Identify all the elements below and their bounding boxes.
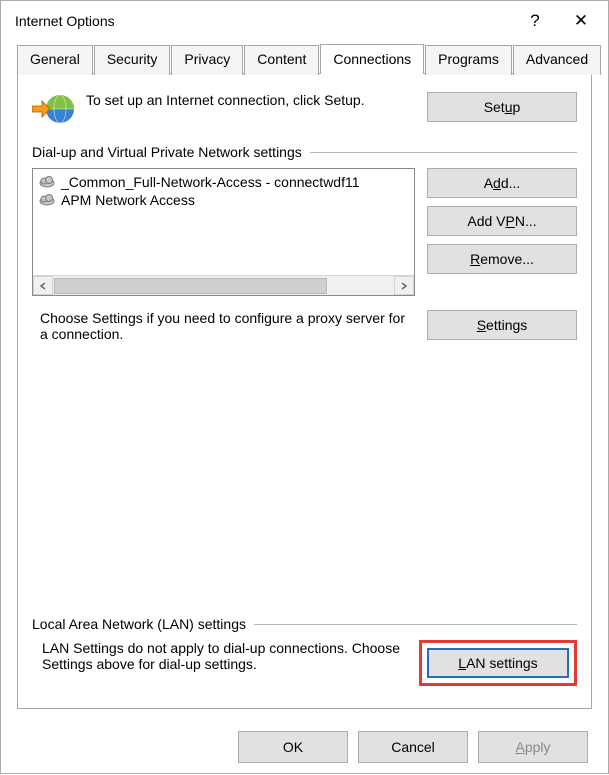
dialup-hint-text: Choose Settings if you need to configure… — [32, 310, 413, 342]
lan-block: Local Area Network (LAN) settings LAN Se… — [32, 610, 577, 686]
window-title: Internet Options — [15, 13, 115, 29]
connections-panel: To set up an Internet connection, click … — [17, 73, 592, 709]
tab-content[interactable]: Content — [244, 45, 319, 75]
list-items-container: _Common_Full-Network-Access - connectwdf… — [33, 169, 414, 275]
dialup-header-label: Dial-up and Virtual Private Network sett… — [32, 144, 302, 160]
list-item[interactable]: _Common_Full-Network-Access - connectwdf… — [35, 173, 412, 191]
setup-row: To set up an Internet connection, click … — [32, 92, 577, 126]
add-vpn-button[interactable]: Add VPN... — [427, 206, 577, 236]
setup-button[interactable]: Setup — [427, 92, 577, 122]
scroll-right-icon[interactable] — [394, 276, 414, 295]
globe-arrow-icon — [32, 92, 74, 126]
dialog-footer: OK Cancel Apply — [1, 719, 608, 775]
tab-security[interactable]: Security — [94, 45, 171, 75]
titlebar-controls: ? ✕ — [512, 5, 604, 37]
horizontal-scrollbar[interactable] — [33, 275, 414, 295]
dialup-body: _Common_Full-Network-Access - connectwdf… — [32, 168, 577, 296]
cloud-icon — [39, 175, 55, 189]
remove-button[interactable]: Remove... — [427, 244, 577, 274]
setup-text: To set up an Internet connection, click … — [86, 92, 415, 108]
lan-header-label: Local Area Network (LAN) settings — [32, 616, 246, 632]
apply-button[interactable]: Apply — [478, 731, 588, 763]
annotation-highlight: LAN settings — [419, 640, 577, 686]
lan-text: LAN Settings do not apply to dial-up con… — [32, 640, 405, 672]
lan-settings-button[interactable]: LAN settings — [427, 648, 569, 678]
scroll-track[interactable] — [53, 276, 394, 295]
divider — [310, 152, 577, 153]
scroll-left-icon[interactable] — [33, 276, 53, 295]
close-icon[interactable]: ✕ — [558, 5, 604, 37]
tab-advanced[interactable]: Advanced — [513, 45, 601, 75]
ok-button[interactable]: OK — [238, 731, 348, 763]
lan-group-header: Local Area Network (LAN) settings — [32, 616, 577, 632]
tab-programs[interactable]: Programs — [425, 45, 512, 75]
connections-listbox[interactable]: _Common_Full-Network-Access - connectwdf… — [32, 168, 415, 296]
scroll-thumb[interactable] — [54, 278, 327, 294]
cancel-button[interactable]: Cancel — [358, 731, 468, 763]
dialup-hint-row: Choose Settings if you need to configure… — [32, 310, 577, 342]
titlebar: Internet Options ? ✕ — [1, 1, 608, 41]
tabs-row: General Security Privacy Content Connect… — [1, 41, 608, 73]
add-button[interactable]: Add... — [427, 168, 577, 198]
settings-button[interactable]: Settings — [427, 310, 577, 340]
help-icon[interactable]: ? — [512, 5, 558, 37]
divider — [254, 624, 577, 625]
tab-connections[interactable]: Connections — [320, 44, 424, 74]
tab-privacy[interactable]: Privacy — [171, 45, 243, 75]
list-item-label: APM Network Access — [61, 192, 195, 208]
cloud-icon — [39, 193, 55, 207]
tab-general[interactable]: General — [17, 45, 93, 75]
dialup-group-header: Dial-up and Virtual Private Network sett… — [32, 144, 577, 160]
list-item[interactable]: APM Network Access — [35, 191, 412, 209]
list-item-label: _Common_Full-Network-Access - connectwdf… — [61, 174, 360, 190]
